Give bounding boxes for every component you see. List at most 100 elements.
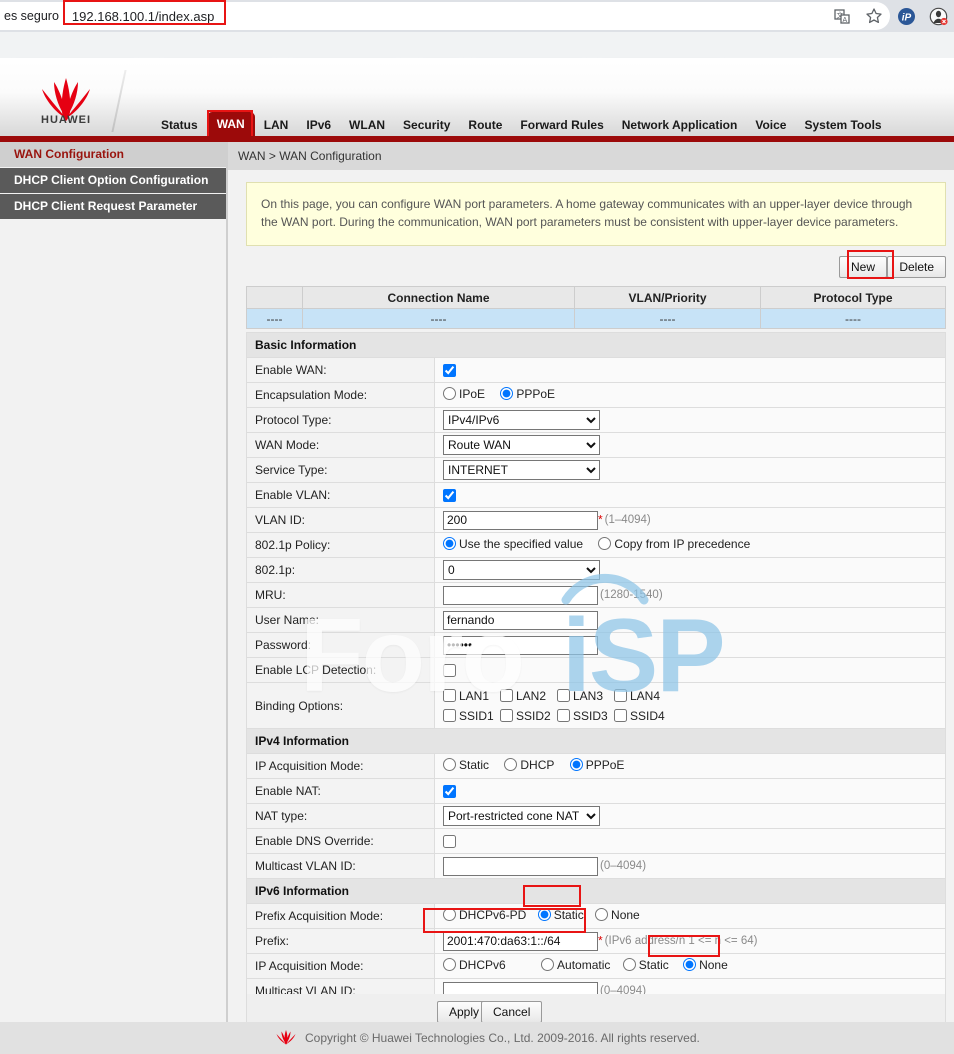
binding-option-ssid2[interactable]: SSID2 xyxy=(500,709,557,723)
radio-prefix-dhcpv6pd[interactable]: DHCPv6-PD xyxy=(443,908,526,922)
radio-policy-specified[interactable]: Use the specified value xyxy=(443,537,583,551)
radio-ipv4-dhcp[interactable]: DHCP xyxy=(504,758,554,772)
service-type-select[interactable]: INTERNET xyxy=(443,460,600,480)
omnibox[interactable]: es seguro 192.168.100.1/index.asp xyxy=(0,2,890,30)
nav-item-voice[interactable]: Voice xyxy=(746,113,795,138)
radio-ipv4-dhcp-input[interactable] xyxy=(504,758,517,771)
prefix-input[interactable] xyxy=(443,932,598,951)
row-protocol-type: Protocol Type: IPv4/IPv6 xyxy=(247,408,946,433)
radio-ipoe-input[interactable] xyxy=(443,387,456,400)
8021p-select[interactable]: 0 xyxy=(443,560,600,580)
radio-prefix-dhcpv6pd-label: DHCPv6-PD xyxy=(459,908,526,922)
enable-vlan-checkbox[interactable] xyxy=(443,489,456,502)
radio-encapsulation-pppoe[interactable]: PPPoE xyxy=(500,387,555,401)
radio-ipv6-dhcpv6-input[interactable] xyxy=(443,958,456,971)
nav-item-system-tools[interactable]: System Tools xyxy=(795,113,890,138)
binding-ssid3-checkbox[interactable] xyxy=(557,709,570,722)
binding-lan3-checkbox[interactable] xyxy=(557,689,570,702)
binding-option-lan2[interactable]: LAN2 xyxy=(500,689,557,703)
translate-icon[interactable]: 文A xyxy=(832,6,852,26)
radio-policy-copy[interactable]: Copy from IP precedence xyxy=(598,537,750,551)
nav-item-status[interactable]: Status xyxy=(152,113,207,138)
binding-ssid1-checkbox[interactable] xyxy=(443,709,456,722)
nav-item-wan[interactable]: WAN xyxy=(207,112,255,138)
radio-ipv4-pppoe[interactable]: PPPoE xyxy=(570,758,625,772)
radio-policy-copy-input[interactable] xyxy=(598,537,611,550)
url-text[interactable]: 192.168.100.1/index.asp xyxy=(68,7,218,26)
user-name-input[interactable] xyxy=(443,611,598,630)
privacy-badger-icon[interactable] xyxy=(928,6,948,26)
binding-lan1-checkbox[interactable] xyxy=(443,689,456,702)
enable-wan-checkbox[interactable] xyxy=(443,364,456,377)
binding-lan4-checkbox[interactable] xyxy=(614,689,627,702)
radio-prefix-none[interactable]: None xyxy=(595,908,640,922)
password-input[interactable] xyxy=(443,636,598,655)
radio-encapsulation-ipoe[interactable]: IPoE xyxy=(443,387,485,401)
nav-item-lan[interactable]: LAN xyxy=(255,113,298,138)
ip-extension-icon[interactable]: iP xyxy=(896,6,916,26)
nat-type-select[interactable]: Port-restricted cone NAT xyxy=(443,806,600,826)
table-toolbar: New Delete xyxy=(246,254,946,284)
table-row[interactable]: ---------------- xyxy=(247,309,946,329)
radio-prefix-static[interactable]: Static xyxy=(538,908,584,922)
binding-ssid4-checkbox[interactable] xyxy=(614,709,627,722)
binding-lan2-checkbox[interactable] xyxy=(500,689,513,702)
ipv4-multicast-vlan-input[interactable] xyxy=(443,857,598,876)
value-enable-vlan xyxy=(435,483,946,508)
radio-policy-specified-input[interactable] xyxy=(443,537,456,550)
radio-ipv4-static-input[interactable] xyxy=(443,758,456,771)
radio-ipv4-pppoe-input[interactable] xyxy=(570,758,583,771)
radio-pppoe-input[interactable] xyxy=(500,387,513,400)
radio-ipv6-none[interactable]: None xyxy=(683,958,728,972)
row-enable-nat: Enable NAT: xyxy=(247,779,946,804)
radio-ipv6-automatic-input[interactable] xyxy=(541,958,554,971)
radio-prefix-dhcpv6pd-input[interactable] xyxy=(443,908,456,921)
binding-option-ssid1[interactable]: SSID1 xyxy=(443,709,500,723)
dns-override-checkbox[interactable] xyxy=(443,835,456,848)
nav-item-ipv6[interactable]: IPv6 xyxy=(297,113,340,138)
radio-ipv4-static[interactable]: Static xyxy=(443,758,489,772)
nav-item-security[interactable]: Security xyxy=(394,113,459,138)
sidebar-item-dhcp-client-option-configuration[interactable]: DHCP Client Option Configuration xyxy=(0,168,226,193)
radio-ipv6-dhcpv6[interactable]: DHCPv6 xyxy=(443,958,506,972)
row-ipv6-acquisition-mode: IP Acquisition Mode: DHCPv6 Automatic St… xyxy=(247,954,946,979)
bookmark-star-icon[interactable] xyxy=(864,6,884,26)
radio-prefix-none-input[interactable] xyxy=(595,908,608,921)
binding-option-lan3[interactable]: LAN3 xyxy=(557,689,614,703)
lcp-detection-checkbox[interactable] xyxy=(443,664,456,677)
radio-ipv6-automatic[interactable]: Automatic xyxy=(541,958,610,972)
delete-button[interactable]: Delete xyxy=(887,256,946,278)
binding-option-lan4[interactable]: LAN4 xyxy=(614,689,671,703)
enable-nat-checkbox[interactable] xyxy=(443,785,456,798)
url-field-wrap[interactable]: 192.168.100.1/index.asp xyxy=(68,7,218,26)
nav-item-wlan[interactable]: WLAN xyxy=(340,113,394,138)
table-header-row: Connection NameVLAN/PriorityProtocol Typ… xyxy=(247,287,946,309)
radio-prefix-static-input[interactable] xyxy=(538,908,551,921)
wan-mode-select[interactable]: Route WAN xyxy=(443,435,600,455)
sidebar-item-dhcp-client-request-parameter[interactable]: DHCP Client Request Parameter xyxy=(0,194,226,219)
binding-option-ssid4[interactable]: SSID4 xyxy=(614,709,671,723)
protocol-type-select[interactable]: IPv4/IPv6 xyxy=(443,410,600,430)
value-vlan-id: *(1–4094) xyxy=(435,508,946,533)
radio-ipv6-static-input[interactable] xyxy=(623,958,636,971)
radio-ipv6-static[interactable]: Static xyxy=(623,958,669,972)
binding-ssid2-checkbox[interactable] xyxy=(500,709,513,722)
radio-ipv6-none-input[interactable] xyxy=(683,958,696,971)
sidebar-item-wan-configuration[interactable]: WAN Configuration xyxy=(0,142,226,167)
label-prefix: Prefix: xyxy=(247,929,435,954)
radio-ipv6-dhcpv6-label: DHCPv6 xyxy=(459,958,506,972)
binding-ssid4-label: SSID4 xyxy=(630,709,665,723)
binding-ssid3-label: SSID3 xyxy=(573,709,608,723)
new-button[interactable]: New xyxy=(839,256,887,278)
table-cell: ---- xyxy=(247,309,303,329)
binding-option-ssid3[interactable]: SSID3 xyxy=(557,709,614,723)
nav-item-forward-rules[interactable]: Forward Rules xyxy=(511,113,612,138)
binding-option-lan1[interactable]: LAN1 xyxy=(443,689,500,703)
nav-item-network-application[interactable]: Network Application xyxy=(613,113,747,138)
binding-ssid2-label: SSID2 xyxy=(516,709,551,723)
mru-input[interactable] xyxy=(443,586,598,605)
cancel-button[interactable]: Cancel xyxy=(481,1001,542,1023)
nav-item-route[interactable]: Route xyxy=(459,113,511,138)
vlan-id-input[interactable] xyxy=(443,511,598,530)
ipv4-multicast-vlan-hint: (0–4094) xyxy=(600,860,646,872)
